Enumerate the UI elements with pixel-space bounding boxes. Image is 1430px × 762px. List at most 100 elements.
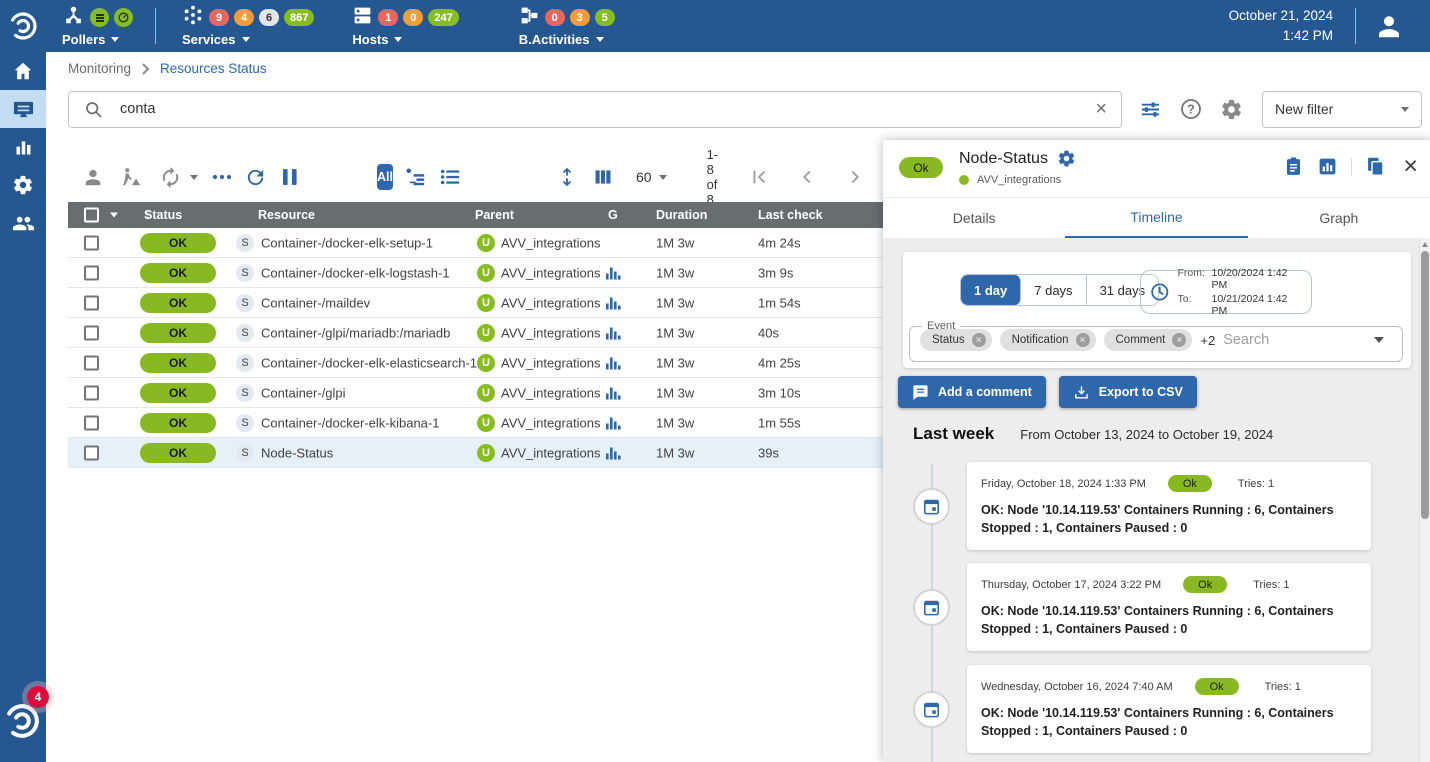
acknowledge-icon[interactable] bbox=[82, 166, 104, 188]
custom-period-button[interactable]: From: 10/20/2024 1:42 PM To: 10/21/2024 … bbox=[1140, 270, 1312, 314]
menu-pollers[interactable]: Pollers bbox=[62, 6, 133, 47]
parent-name[interactable]: AVV_integrations bbox=[501, 385, 601, 400]
tab-details[interactable]: Details bbox=[883, 198, 1065, 238]
menu-bactivities[interactable]: 0 3 5 B.Activities bbox=[519, 6, 615, 47]
table-row[interactable]: OK S Container-/maildev U AVV_integratio… bbox=[68, 288, 883, 318]
notification-count-badge[interactable]: 4 bbox=[27, 686, 49, 708]
resource-name[interactable]: Container-/docker-elk-elasticsearch-1 bbox=[261, 355, 477, 370]
scroll-up-arrow-icon[interactable] bbox=[1422, 242, 1428, 247]
export-csv-button[interactable]: Export to CSV bbox=[1059, 376, 1197, 408]
header-duration[interactable]: Duration bbox=[656, 208, 707, 222]
bactivities-warning-badge[interactable]: 3 bbox=[570, 9, 590, 26]
refresh-icon[interactable] bbox=[244, 166, 267, 189]
table-row[interactable]: OK S Container-/glpi U AVV_integrations … bbox=[68, 378, 883, 408]
remove-chip-icon[interactable]: × bbox=[1172, 333, 1186, 347]
tab-graph[interactable]: Graph bbox=[1248, 198, 1430, 238]
graph-icon[interactable] bbox=[606, 355, 621, 370]
advanced-filters-icon[interactable] bbox=[1139, 98, 1162, 121]
settings-gear-icon[interactable] bbox=[1220, 98, 1243, 121]
table-row[interactable]: OK S Container-/docker-elk-elasticsearch… bbox=[68, 348, 883, 378]
sidebar-item-home[interactable] bbox=[0, 52, 46, 90]
timeline-event-card[interactable]: Friday, October 18, 2024 1:33 PM Ok Trie… bbox=[967, 462, 1371, 550]
menu-hosts[interactable]: 1 0 247 Hosts bbox=[352, 6, 458, 47]
select-options-chevron-icon[interactable] bbox=[110, 213, 118, 218]
row-checkbox[interactable] bbox=[84, 235, 99, 250]
scrollbar-thumb[interactable] bbox=[1421, 251, 1429, 519]
select-all-checkbox[interactable] bbox=[84, 208, 99, 223]
services-critical-badge[interactable]: 9 bbox=[209, 9, 229, 26]
bactivities-critical-badge[interactable]: 0 bbox=[545, 9, 565, 26]
resource-settings-icon[interactable] bbox=[1057, 149, 1076, 168]
first-page-icon[interactable] bbox=[748, 166, 770, 188]
parent-name[interactable]: AVV_integrations bbox=[501, 445, 601, 460]
view-all-button[interactable]: All bbox=[377, 164, 393, 190]
row-checkbox[interactable] bbox=[84, 265, 99, 280]
parent-name[interactable]: AVV_integrations bbox=[501, 355, 601, 370]
more-downtime-chevron-icon[interactable] bbox=[190, 175, 198, 180]
tree-view-icon[interactable] bbox=[404, 166, 427, 189]
table-row-selected[interactable]: OK S Node-Status U AVV_integrations 1M 3… bbox=[68, 438, 883, 468]
columns-icon[interactable] bbox=[592, 167, 614, 187]
set-downtime-on-services-icon[interactable] bbox=[159, 166, 182, 189]
bactivities-ok-badge[interactable]: 5 bbox=[595, 9, 615, 26]
resource-name[interactable]: Container-/docker-elk-kibana-1 bbox=[261, 415, 439, 430]
breadcrumb-section[interactable]: Monitoring bbox=[68, 61, 131, 76]
panel-scrollbar[interactable] bbox=[1419, 238, 1430, 762]
services-warning-badge[interactable]: 4 bbox=[234, 9, 254, 26]
hosts-ok-badge[interactable]: 247 bbox=[428, 9, 458, 26]
previous-page-icon[interactable] bbox=[796, 166, 818, 188]
centreon-logo[interactable] bbox=[0, 0, 46, 52]
row-checkbox[interactable] bbox=[84, 415, 99, 430]
chevron-down-icon[interactable] bbox=[1374, 337, 1384, 343]
table-row[interactable]: OK S Container-/glpi/mariadb:/mariadb U … bbox=[68, 318, 883, 348]
parent-name[interactable]: AVV_integrations bbox=[501, 325, 601, 340]
saved-filter-select[interactable]: New filter bbox=[1262, 91, 1422, 128]
resource-name[interactable]: Container-/docker-elk-setup-1 bbox=[261, 235, 433, 250]
header-resource[interactable]: Resource bbox=[258, 208, 315, 222]
resource-name[interactable]: Container-/glpi/mariadb:/mariadb bbox=[261, 325, 450, 340]
resource-name[interactable]: Container-/docker-elk-logstash-1 bbox=[261, 265, 450, 280]
parent-name[interactable]: AVV_integrations bbox=[501, 265, 601, 280]
parent-name[interactable]: AVV_integrations bbox=[501, 415, 601, 430]
header-graph[interactable]: G bbox=[608, 208, 618, 222]
performance-graph-icon[interactable] bbox=[1317, 156, 1338, 177]
timeline-event-card[interactable]: Thursday, October 17, 2024 3:22 PM Ok Tr… bbox=[967, 563, 1371, 651]
next-page-icon[interactable] bbox=[844, 166, 866, 188]
services-pending-badge[interactable]: 6 bbox=[259, 9, 279, 26]
row-checkbox[interactable] bbox=[84, 325, 99, 340]
help-icon[interactable]: ? bbox=[1179, 97, 1203, 121]
list-view-icon[interactable] bbox=[438, 166, 462, 188]
pause-icon[interactable] bbox=[281, 167, 299, 187]
header-status[interactable]: Status ↓ bbox=[144, 208, 150, 222]
event-search-input[interactable] bbox=[1223, 332, 1333, 348]
parent-name[interactable]: AVV_integrations bbox=[501, 235, 601, 250]
user-menu-button[interactable] bbox=[1374, 11, 1404, 41]
table-row[interactable]: OK S Container-/docker-elk-kibana-1 U AV… bbox=[68, 408, 883, 438]
sidebar-item-reporting[interactable] bbox=[0, 128, 46, 166]
header-parent[interactable]: Parent bbox=[475, 208, 514, 222]
close-panel-icon[interactable]: × bbox=[1403, 154, 1418, 179]
search-box[interactable]: × bbox=[68, 91, 1122, 128]
row-density-icon[interactable] bbox=[558, 165, 576, 189]
table-row[interactable]: OK S Container-/docker-elk-logstash-1 U … bbox=[68, 258, 883, 288]
row-checkbox[interactable] bbox=[84, 385, 99, 400]
range-7-days-button[interactable]: 7 days bbox=[1021, 275, 1086, 305]
more-chips-count[interactable]: +2 bbox=[1200, 333, 1215, 348]
hosts-critical-badge[interactable]: 1 bbox=[378, 9, 398, 26]
more-actions-icon[interactable] bbox=[212, 173, 232, 181]
header-last-check[interactable]: Last check bbox=[758, 208, 823, 222]
sidebar-item-administration[interactable] bbox=[0, 204, 46, 242]
graph-icon[interactable] bbox=[606, 325, 621, 340]
row-checkbox[interactable] bbox=[84, 295, 99, 310]
graph-icon[interactable] bbox=[606, 295, 621, 310]
remove-chip-icon[interactable]: × bbox=[972, 333, 986, 347]
remove-chip-icon[interactable]: × bbox=[1076, 333, 1090, 347]
page-size-select[interactable]: 60 bbox=[636, 169, 667, 185]
copy-link-icon[interactable] bbox=[1365, 156, 1386, 177]
clear-search-icon[interactable]: × bbox=[1091, 98, 1111, 121]
services-ok-badge[interactable]: 867 bbox=[284, 9, 314, 26]
resource-name[interactable]: Container-/maildev bbox=[261, 295, 370, 310]
downtime-icon[interactable] bbox=[119, 166, 143, 188]
resource-name[interactable]: Node-Status bbox=[261, 445, 333, 460]
graph-icon[interactable] bbox=[606, 445, 621, 460]
